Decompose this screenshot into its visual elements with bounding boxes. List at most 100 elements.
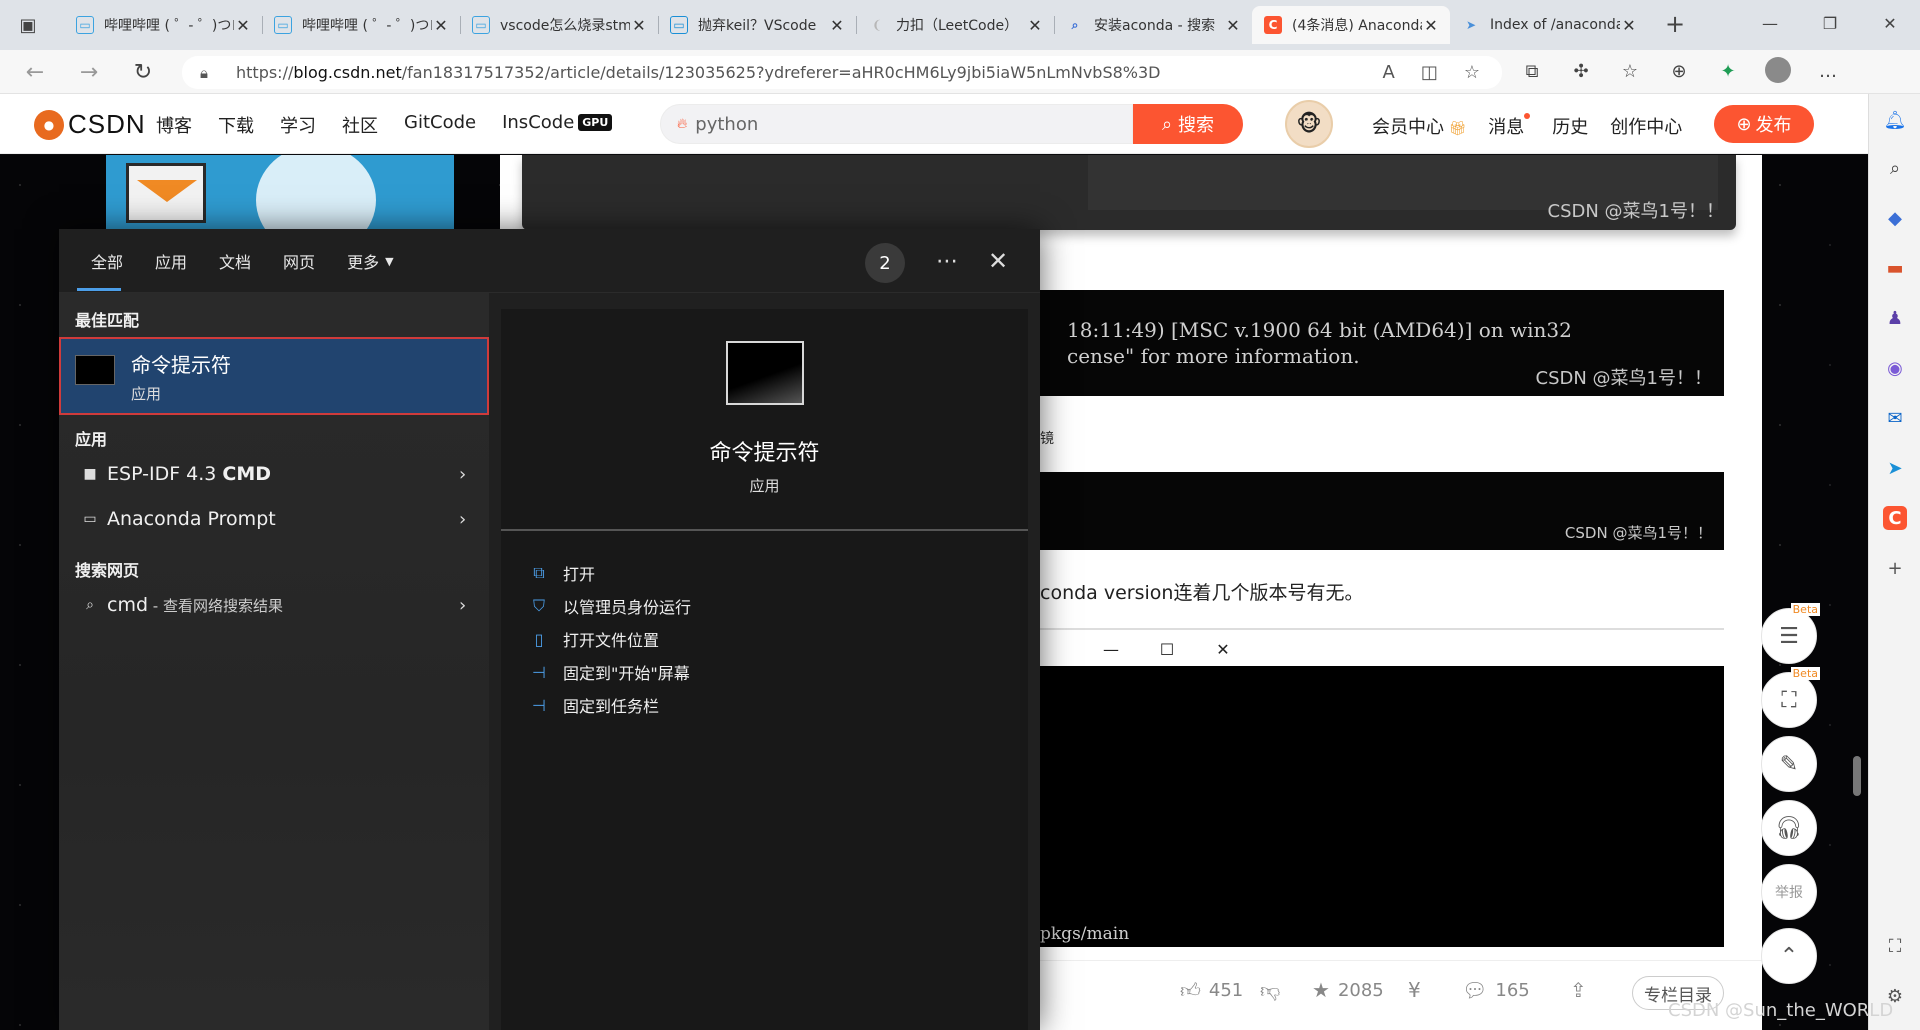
nav-learn[interactable]: 学习 — [280, 112, 316, 138]
close-icon[interactable]: ✕ — [980, 243, 1016, 279]
csdn-search-input[interactable]: 🔥︎ python — [660, 104, 1133, 144]
link-messages[interactable]: 消息 — [1488, 113, 1531, 139]
tab-vscode-stm32[interactable]: ▭ vscode怎么烧录stm32 ✕ — [460, 6, 658, 44]
tab-apps[interactable]: 应用 — [139, 229, 203, 293]
plus-circle-icon: ⊕ — [1736, 113, 1752, 135]
app-result-anaconda-prompt[interactable]: ▭ Anaconda Prompt › — [59, 497, 489, 541]
tab-leetcode[interactable]: ❨ 力扣（LeetCode） ✕ — [856, 6, 1054, 44]
nav-community[interactable]: 社区 — [342, 112, 378, 138]
dislike-button[interactable]: 👎︎ — [1260, 978, 1280, 1003]
action-pin-to-start[interactable]: ⊣ 固定到"开始"屏幕 — [529, 660, 690, 684]
new-tab-button[interactable]: + — [1660, 12, 1690, 38]
tab-more[interactable]: 更多 ▼ — [331, 229, 409, 293]
close-tab-icon[interactable]: ✕ — [630, 16, 648, 35]
float-ai-button[interactable]: ⛶ Beta — [1761, 667, 1820, 728]
best-match-result[interactable]: 命令提示符 应用 — [59, 337, 489, 415]
office-icon[interactable]: ◉ — [1883, 356, 1907, 380]
close-window-icon[interactable]: ✕ — [1860, 0, 1920, 46]
page-scrollbar-thumb[interactable] — [1853, 756, 1861, 796]
lock-icon[interactable]: 🔒︎ — [200, 64, 220, 82]
profile-avatar[interactable] — [1765, 57, 1791, 83]
back-to-top-button[interactable]: ⌃ — [1761, 928, 1817, 984]
comment-button[interactable]: 💬︎ 165 — [1462, 978, 1530, 1002]
chevron-right-icon[interactable]: › — [459, 509, 489, 530]
search-results-list: 最佳匹配 命令提示符 应用 应用 ■ ESP-IDF 4.3 CMD › ▭ A… — [59, 293, 489, 1030]
chevron-right-icon[interactable]: › — [459, 464, 489, 485]
close-tab-icon[interactable]: ✕ — [828, 16, 846, 35]
link-member-center[interactable]: 会员中心 🎁︎ — [1372, 113, 1466, 139]
csdn-sidebar-icon[interactable]: C — [1883, 506, 1907, 530]
rewards-badge[interactable]: 2 — [865, 243, 905, 283]
favorites-icon[interactable]: ☆ — [1618, 57, 1642, 85]
favorite-button[interactable]: ★ 2085 — [1312, 978, 1384, 1002]
outlook-icon[interactable]: ✉ — [1883, 406, 1907, 430]
close-tab-icon[interactable]: ✕ — [234, 16, 252, 35]
close-tab-icon[interactable]: ✕ — [1026, 16, 1044, 35]
nav-download[interactable]: 下载 — [218, 112, 254, 138]
read-aloud-icon[interactable]: A — [1383, 62, 1395, 83]
link-history[interactable]: 历史 — [1552, 113, 1588, 139]
user-avatar[interactable]: 🐵︎ — [1285, 100, 1333, 148]
tab-bilibili-2[interactable]: ▭ 哔哩哔哩 ( ゜- ゜)つロ ✕ — [262, 6, 460, 44]
tab-csdn-anaconda[interactable]: C (4条消息) Anaconda ✕ — [1252, 6, 1450, 44]
float-outline-button[interactable]: ☰ Beta — [1761, 603, 1820, 664]
float-support-button[interactable]: 🎧︎ — [1761, 800, 1817, 856]
shopping-tag-icon[interactable]: ◆ — [1883, 206, 1907, 230]
search-icon[interactable]: ⌕ — [1883, 156, 1907, 180]
close-tab-icon[interactable]: ✕ — [432, 16, 450, 35]
app-result-esp-idf[interactable]: ■ ESP-IDF 4.3 CMD › — [59, 452, 489, 496]
restore-icon[interactable]: ❐ — [1800, 0, 1860, 46]
sidebar-ad-image[interactable] — [106, 155, 454, 230]
share-button[interactable]: ⇪ — [1570, 978, 1587, 1002]
refresh-icon[interactable]: ↻ — [128, 57, 158, 87]
tab-tsinghua-mirror[interactable]: ➤ Index of /anaconda ✕ — [1450, 6, 1648, 44]
forward-icon[interactable]: → — [74, 57, 104, 87]
add-sidebar-app-icon[interactable]: + — [1883, 556, 1907, 580]
url-field[interactable]: 🔒︎ https://blog.csdn.net/fan18317517352/… — [182, 56, 1502, 89]
extensions-icon[interactable]: ✣ — [1569, 57, 1593, 85]
extension-icon[interactable]: ✦ — [1716, 57, 1740, 85]
reward-button[interactable]: ¥ — [1408, 978, 1421, 1002]
tab-all[interactable]: 全部 — [59, 229, 139, 293]
favorite-star-icon[interactable]: ☆ — [1464, 62, 1480, 83]
chevron-up-icon: ⌃ — [1779, 943, 1799, 969]
collections-icon[interactable]: ⊕ — [1667, 57, 1691, 85]
action-pin-to-taskbar[interactable]: ⊣ 固定到任务栏 — [529, 693, 659, 717]
action-open-file-location[interactable]: ▯ 打开文件位置 — [529, 627, 659, 651]
float-report-button[interactable]: 举报 — [1761, 864, 1817, 920]
publish-button[interactable]: ⊕ 发布 — [1714, 105, 1814, 143]
nav-inscode[interactable]: InsCode GPU — [502, 112, 613, 138]
minimize-icon[interactable]: — — [1740, 0, 1800, 46]
tools-icon[interactable]: ▬ — [1883, 256, 1907, 280]
link-creator-center[interactable]: 创作中心 — [1610, 113, 1682, 139]
back-icon[interactable]: ← — [20, 57, 50, 87]
chevron-right-icon[interactable]: › — [459, 595, 489, 616]
close-tab-icon[interactable]: ✕ — [1224, 16, 1242, 35]
float-edit-button[interactable]: ✎ — [1761, 736, 1817, 792]
games-icon[interactable]: ♟ — [1883, 306, 1907, 330]
search-button-label: 搜索 — [1178, 115, 1215, 136]
nav-blog[interactable]: 博客 — [156, 112, 192, 138]
action-run-as-admin[interactable]: ⛉ 以管理员身份运行 — [529, 594, 691, 618]
screenshot-icon[interactable]: ⛶ — [1883, 934, 1907, 958]
web-result-cmd[interactable]: ⌕ cmd - 查看网络搜索结果 › — [59, 583, 489, 627]
send-icon[interactable]: ➤ — [1883, 456, 1907, 480]
tab-documents[interactable]: 文档 — [203, 229, 267, 293]
csdn-logo[interactable]: ● CSDN — [34, 109, 146, 140]
browser-essentials-icon[interactable]: ⧉ — [1520, 57, 1544, 85]
close-tab-icon[interactable]: ✕ — [1620, 16, 1638, 35]
close-tab-icon[interactable]: ✕ — [1422, 16, 1440, 35]
tab-keil-vscode[interactable]: ▭ 抛弃keil？VScode ✕ — [658, 6, 856, 44]
csdn-search-button[interactable]: ⌕ 搜索 — [1133, 104, 1243, 144]
action-open[interactable]: ⧉ 打开 — [529, 561, 595, 585]
tab-actions-icon[interactable]: ▣ — [14, 11, 42, 39]
more-menu-icon[interactable]: … — [1816, 57, 1840, 85]
notification-bell-icon[interactable]: 🔔︎ — [1883, 108, 1907, 132]
more-options-icon[interactable]: ⋯ — [929, 243, 965, 279]
nav-gitcode[interactable]: GitCode — [404, 112, 476, 138]
split-screen-icon[interactable]: ◫ — [1421, 62, 1438, 83]
like-button[interactable]: 👍︎ 451 — [1180, 978, 1243, 1003]
tab-bilibili-1[interactable]: ▭ 哔哩哔哩 ( ゜- ゜)つロ ✕ — [64, 6, 262, 44]
tab-search[interactable]: ⌕ 安装aconda - 搜索 ✕ — [1054, 6, 1252, 44]
tab-web[interactable]: 网页 — [267, 229, 331, 293]
